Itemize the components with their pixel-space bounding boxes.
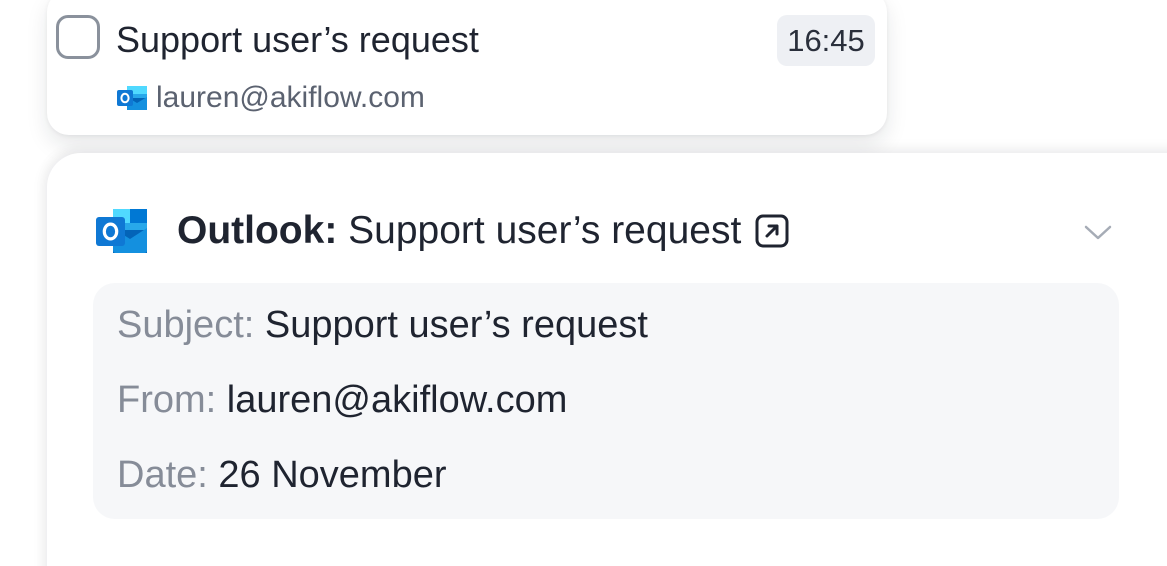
detail-title: Outlook: Support user’s request (177, 209, 741, 253)
task-source-email: lauren@akiflow.com (156, 81, 425, 114)
date-value: 26 November (218, 454, 447, 496)
subject-label: Subject: (117, 304, 255, 346)
task-time-badge[interactable]: 16:45 (777, 15, 875, 66)
stage: Support user’s request 16:45 lauren@akif… (0, 0, 1167, 566)
detail-title-text: Support user’s request (348, 209, 742, 252)
detail-app-name: Outlook: (177, 209, 338, 252)
from-label: From: (117, 379, 217, 421)
outlook-icon (116, 84, 148, 112)
external-link-icon[interactable] (755, 214, 789, 248)
task-title[interactable]: Support user’s request (116, 20, 479, 60)
email-metadata-box: Subject: Support user’s request From: la… (93, 283, 1119, 519)
task-card[interactable]: Support user’s request 16:45 lauren@akif… (47, 0, 887, 135)
outlook-icon (95, 206, 149, 256)
task-checkbox[interactable] (56, 15, 100, 59)
subject-value: Support user’s request (264, 304, 648, 346)
subject-row: Subject: Support user’s request (117, 303, 648, 347)
from-value: lauren@akiflow.com (226, 379, 568, 421)
detail-header: Outlook: Support user’s request (95, 205, 789, 257)
detail-card: Outlook: Support user’s request Subject:… (47, 153, 1167, 566)
from-row: From: lauren@akiflow.com (117, 378, 567, 422)
date-label: Date: (117, 454, 208, 496)
task-source: lauren@akiflow.com (116, 80, 425, 116)
date-row: Date: 26 November (117, 453, 447, 497)
chevron-down-icon[interactable] (1083, 217, 1113, 247)
